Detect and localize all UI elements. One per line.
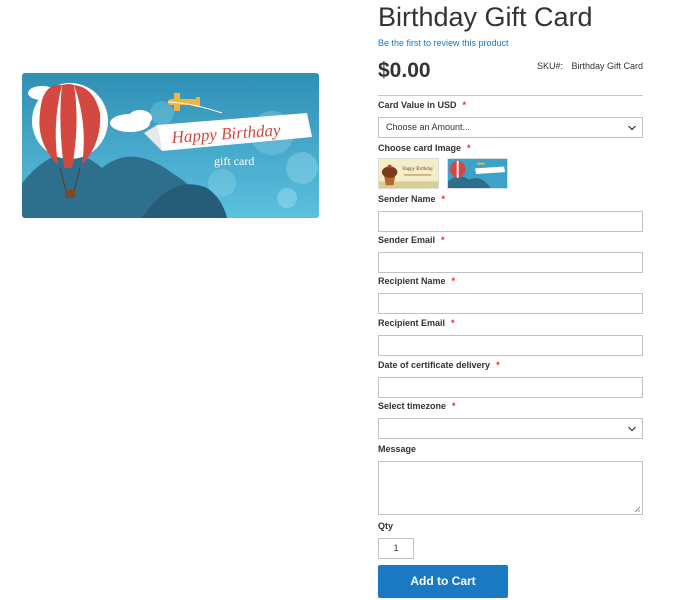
card-image-option-balloon[interactable] <box>447 158 508 189</box>
birthday-card-illustration: Happy Birthday gift card <box>22 73 319 218</box>
review-link[interactable]: Be the first to review this product <box>378 38 643 49</box>
timezone-label: Select timezone * <box>378 401 456 412</box>
recipient-email-input[interactable] <box>378 335 643 356</box>
card-image-options: Happy Birthday <box>378 158 508 189</box>
product-info: Birthday Gift Card Be the first to revie… <box>378 0 643 96</box>
message-textarea[interactable] <box>378 461 643 515</box>
cupcake-card-thumbnail: Happy Birthday <box>379 159 438 188</box>
page-title: Birthday Gift Card <box>378 2 593 32</box>
required-mark: * <box>462 100 467 110</box>
required-mark: * <box>451 318 455 328</box>
required-mark: * <box>452 401 456 411</box>
recipient-email-label-text: Recipient Email <box>378 318 446 328</box>
recipient-name-input[interactable] <box>378 293 643 314</box>
sub-text: gift card <box>214 154 254 168</box>
card-value-label-text: Card Value in USD <box>378 100 457 110</box>
qty-input[interactable]: 1 <box>378 538 414 559</box>
chevron-down-icon <box>628 426 636 432</box>
delivery-date-label-text: Date of certificate delivery <box>378 360 491 370</box>
add-to-cart-button[interactable]: Add to Cart <box>378 565 508 598</box>
sender-email-input[interactable] <box>378 252 643 273</box>
qty-label: Qty <box>378 521 393 532</box>
product-main-image[interactable]: Happy Birthday gift card <box>22 73 319 218</box>
sender-name-label: Sender Name * <box>378 194 445 205</box>
required-mark: * <box>451 276 456 286</box>
delivery-date-input[interactable] <box>378 377 643 398</box>
sku-value: Birthday Gift Card <box>571 61 643 71</box>
price: $0.00 <box>378 59 431 82</box>
timezone-select[interactable] <box>378 418 643 439</box>
resize-grip-icon[interactable] <box>634 506 641 513</box>
required-mark: * <box>496 360 500 370</box>
balloon-card-thumbnail <box>448 159 507 188</box>
thumb-text: Happy Birthday <box>402 167 434 172</box>
message-label-text: Message <box>378 444 417 454</box>
sender-name-label-text: Sender Name <box>378 194 436 204</box>
required-mark: * <box>467 143 471 153</box>
card-image-label-text: Choose card Image <box>378 143 462 153</box>
card-image-option-cupcake[interactable]: Happy Birthday <box>378 158 439 189</box>
card-image-label: Choose card Image * <box>378 143 471 154</box>
recipient-email-label: Recipient Email * <box>378 318 455 329</box>
card-value-select[interactable]: Choose an Amount... <box>378 117 643 138</box>
sender-email-label: Sender Email * <box>378 235 445 246</box>
delivery-date-label: Date of certificate delivery * <box>378 360 500 371</box>
required-mark: * <box>441 235 445 245</box>
qty-label-text: Qty <box>378 521 394 531</box>
recipient-name-label: Recipient Name * <box>378 276 455 287</box>
card-value-selected: Choose an Amount... <box>386 122 471 132</box>
price-sku-row: $0.00 SKU#: Birthday Gift Card <box>378 56 643 96</box>
card-value-label: Card Value in USD * <box>378 100 466 111</box>
recipient-name-label-text: Recipient Name <box>378 276 446 286</box>
chevron-down-icon <box>628 125 636 131</box>
timezone-label-text: Select timezone <box>378 401 447 411</box>
required-mark: * <box>441 194 446 204</box>
sender-name-input[interactable] <box>378 211 643 232</box>
message-label: Message <box>378 444 416 455</box>
sku-label: SKU#: <box>536 61 563 71</box>
sender-email-label-text: Sender Email <box>378 235 436 245</box>
sku: SKU#: Birthday Gift Card <box>537 61 643 71</box>
